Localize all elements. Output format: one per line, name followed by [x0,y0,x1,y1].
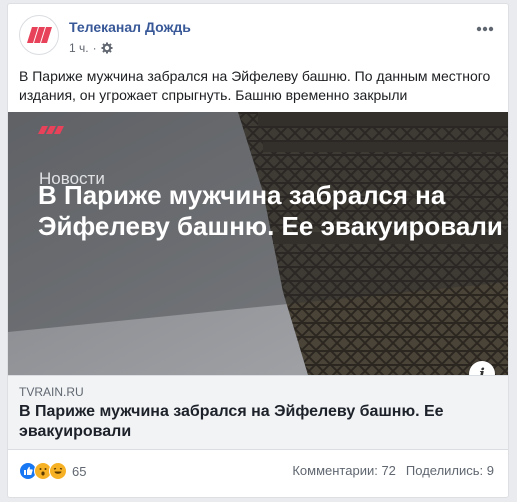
post-text: В Париже мужчина забрался на Эйфелеву ба… [19,68,491,103]
page-name-link[interactable]: Телеканал Дождь [69,19,191,35]
comments-count-link[interactable]: Комментарии: 72 [292,463,396,478]
more-options-icon[interactable] [476,16,494,37]
page-avatar[interactable] [19,15,59,55]
link-title[interactable]: В Париже мужчина забрался на Эйфелеву ба… [19,402,489,442]
link-image[interactable]: Новости В Париже мужчина забрался на Эйф… [8,112,508,375]
link-preview[interactable]: TVRAIN.RU В Париже мужчина забрался на Э… [8,375,508,450]
meta-separator: · [92,41,97,55]
post-timestamp[interactable]: 1 ч. [69,41,89,55]
eiffel-tower-photo [8,112,508,375]
link-domain: TVRAIN.RU [19,385,84,399]
haha-icon [49,462,67,480]
tv-rain-logo [27,27,52,43]
reaction-count: 65 [72,463,87,479]
image-headline: В Париже мужчина забрался на Эйфелеву ба… [38,180,503,241]
post-meta: 1 ч. · [69,41,113,55]
gear-icon[interactable] [101,42,113,54]
post-card: Телеканал Дождь 1 ч. · В Париже мужчина … [7,3,509,498]
reactions-summary[interactable]: 65 [19,462,86,480]
shares-count-link[interactable]: Поделились: 9 [406,463,494,478]
engagement-stats: Комментарии: 72 Поделились: 9 [292,463,494,478]
